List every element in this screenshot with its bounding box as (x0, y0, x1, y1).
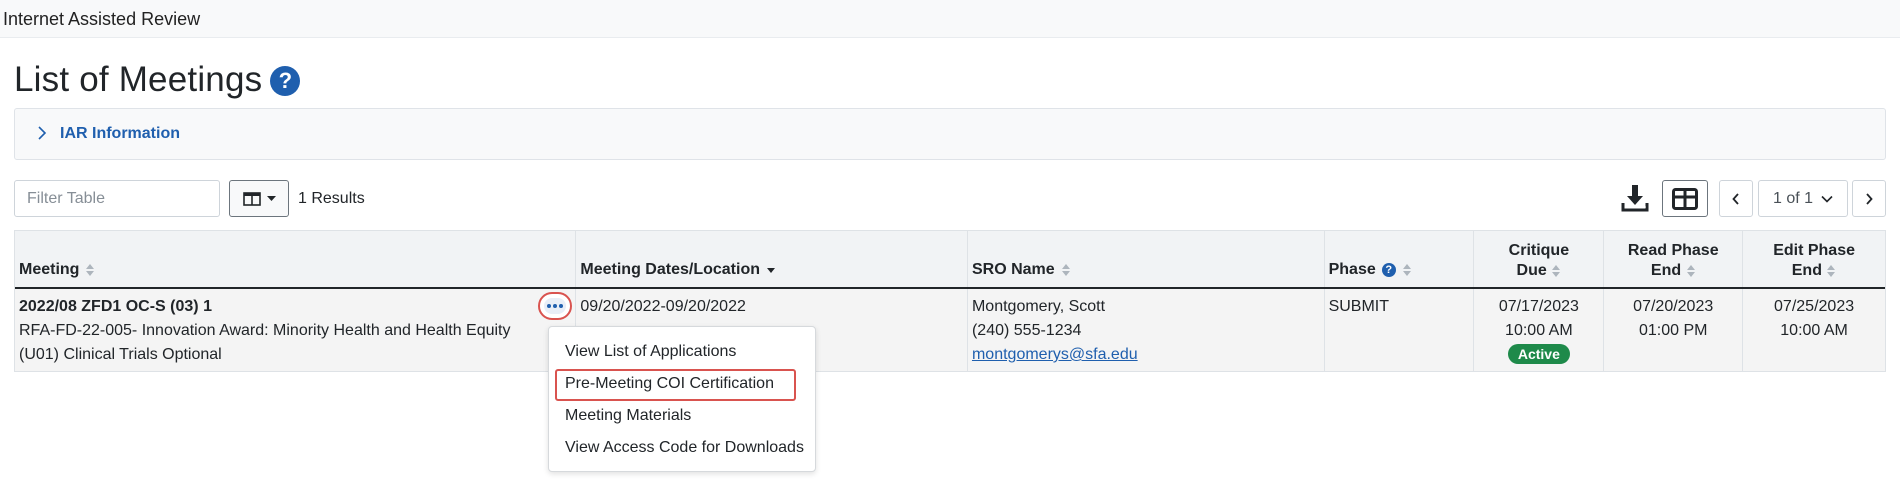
question-circle-icon[interactable]: ? (1381, 263, 1396, 277)
edit-phase-end-cell: 07/25/2023 10:00 AM (1743, 289, 1885, 371)
column-header-read-phase-end[interactable]: Read Phase End (1604, 231, 1744, 287)
page-title-area: List of Meetings ? (14, 60, 301, 100)
next-page-button[interactable] (1852, 180, 1886, 217)
read-phase-end-time: 01:00 PM (1638, 322, 1708, 339)
column-header-phase[interactable]: Phase ? (1325, 231, 1475, 287)
read-phase-end-date: 07/20/2023 (1633, 298, 1714, 315)
row-actions-button[interactable] (538, 292, 572, 320)
menu-item-view-applications[interactable]: View List of Applications (565, 343, 736, 361)
sro-email-link[interactable]: montgomerys@sfa.edu (972, 346, 1138, 363)
sro-phone: (240) 555-1234 (971, 322, 1082, 339)
meetings-table: Meeting Meeting Dates/Location SRO Name … (14, 230, 1886, 372)
sort-icon (1827, 264, 1836, 277)
column-header-edit-phase-end[interactable]: Edit Phase End (1743, 231, 1885, 287)
sort-icon (1402, 264, 1411, 276)
iar-information-accordion[interactable]: IAR Information (14, 108, 1886, 160)
question-circle-icon[interactable]: ? (270, 66, 301, 96)
status-badge: Active (1507, 344, 1570, 364)
meeting-description: RFA-FD-22-005- Innovation Award: Minorit… (19, 322, 511, 339)
sro-cell: Montgomery, Scott (240) 555-1234 montgom… (968, 289, 1325, 371)
critique-due-time: 10:00 AM (1505, 322, 1573, 339)
row-actions-menu: View List of Applications Pre-Meeting CO… (548, 326, 816, 472)
phase-cell: SUBMIT (1325, 289, 1475, 371)
app-title: Internet Assisted Review (3, 9, 201, 29)
sort-desc-icon (766, 268, 775, 273)
menu-item-meeting-materials[interactable]: Meeting Materials (565, 407, 691, 425)
table-header-row: Meeting Meeting Dates/Location SRO Name … (15, 231, 1885, 289)
sro-name: Montgomery, Scott (971, 298, 1106, 315)
menu-item-coi-certification[interactable]: Pre-Meeting COI Certification (565, 375, 774, 393)
grid-view-icon (1672, 187, 1698, 210)
sort-icon (86, 264, 95, 276)
results-count: 1 Results (298, 190, 365, 207)
download-button[interactable] (1617, 180, 1653, 216)
meeting-cell: 2022/08 ZFD1 OC-S (03) 1 RFA-FD-22-005- … (15, 289, 577, 371)
chevron-down-icon (1821, 195, 1833, 203)
critique-due-cell: 07/17/2023 10:00 AM Active (1474, 289, 1605, 371)
page-title: List of Meetings (14, 60, 263, 99)
edit-phase-end-time: 10:00 AM (1780, 322, 1848, 339)
menu-item-access-code[interactable]: View Access Code for Downloads (565, 439, 804, 457)
download-icon (1621, 185, 1649, 212)
column-header-dates[interactable]: Meeting Dates/Location (576, 231, 968, 287)
sort-icon (1686, 264, 1695, 277)
accordion-label: IAR Information (60, 125, 180, 142)
critique-due-date: 07/17/2023 (1498, 298, 1579, 315)
chevron-left-icon (1732, 192, 1739, 205)
caret-down-icon (266, 195, 276, 201)
column-toggle-button[interactable] (229, 180, 289, 217)
page-select[interactable]: 1 of 1 (1758, 180, 1848, 217)
read-phase-end-cell: 07/20/2023 01:00 PM (1604, 289, 1744, 371)
chevron-right-icon (1866, 192, 1873, 205)
edit-phase-end-date: 07/25/2023 (1774, 298, 1855, 315)
meeting-id: 2022/08 ZFD1 OC-S (03) 1 (19, 298, 212, 315)
grid-view-button[interactable] (1662, 180, 1708, 217)
ellipsis-icon (544, 298, 566, 314)
filter-table-input[interactable] (14, 180, 220, 217)
sort-icon (1552, 264, 1561, 277)
table-row: 2022/08 ZFD1 OC-S (03) 1 RFA-FD-22-005- … (15, 289, 1885, 371)
sort-icon (1061, 264, 1070, 276)
app-header: Internet Assisted Review (0, 0, 1900, 38)
chevron-right-icon (38, 126, 47, 140)
phase-value: SUBMIT (1328, 298, 1390, 315)
column-header-critique-due[interactable]: Critique Due (1474, 231, 1605, 287)
page-indicator: 1 of 1 (1772, 189, 1814, 207)
previous-page-button[interactable] (1719, 180, 1753, 217)
meeting-description-cont: (U01) Clinical Trials Optional (19, 346, 222, 363)
column-header-meeting[interactable]: Meeting (15, 231, 577, 287)
columns-icon (242, 191, 261, 206)
meeting-dates: 09/20/2022-09/20/2022 (580, 298, 746, 315)
column-header-sro[interactable]: SRO Name (968, 231, 1325, 287)
